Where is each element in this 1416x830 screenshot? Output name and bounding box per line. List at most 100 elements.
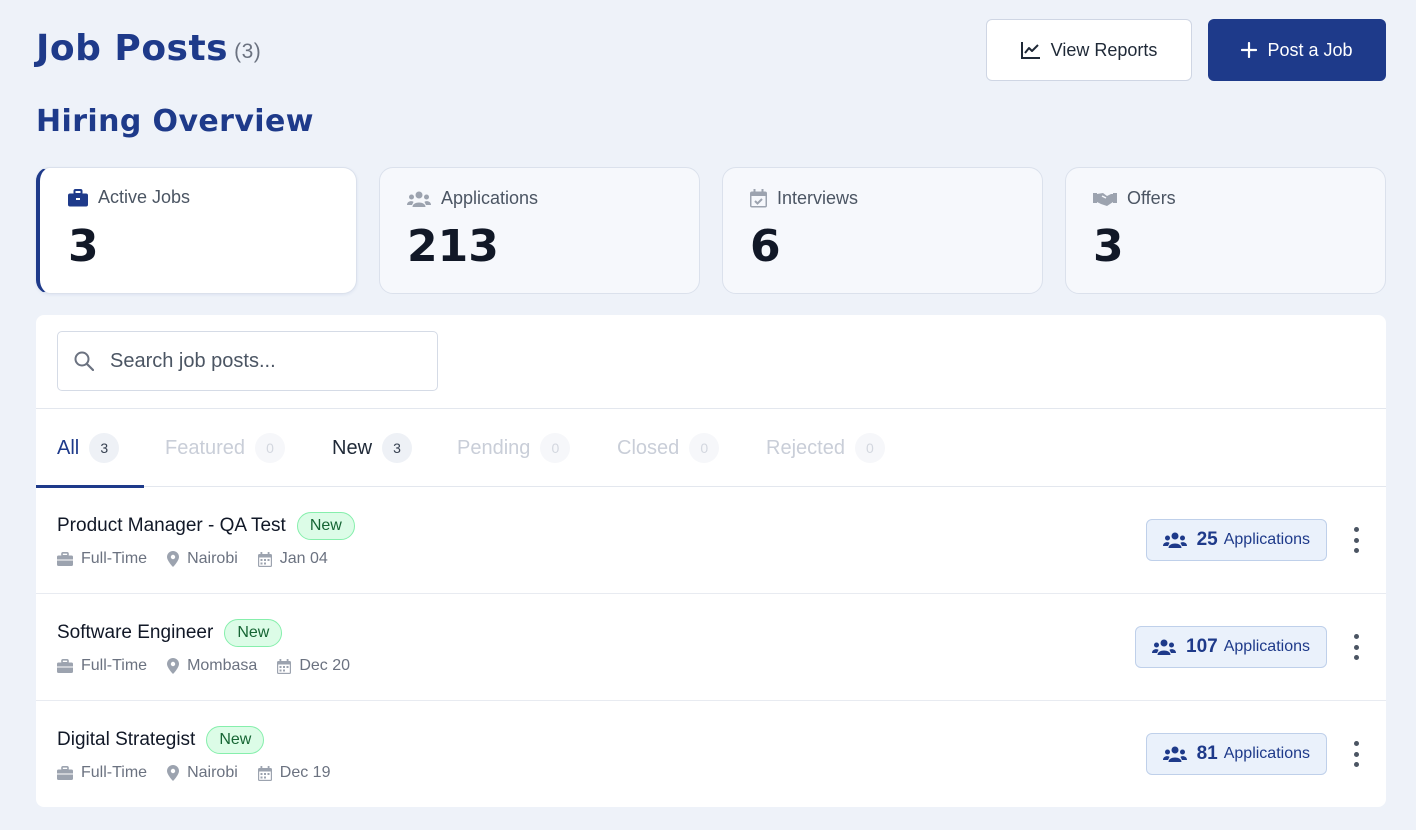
tab-label: New <box>332 436 373 459</box>
tab-count: 0 <box>540 433 571 463</box>
stat-card-active-jobs[interactable]: Active Jobs 3 <box>36 167 357 294</box>
tab-new[interactable]: New 3 <box>332 409 413 487</box>
users-icon <box>1162 746 1187 762</box>
stat-label: Active Jobs <box>98 187 191 207</box>
plus-icon <box>1241 42 1258 58</box>
tab-all[interactable]: All 3 <box>57 409 120 487</box>
calendar-icon <box>257 551 272 567</box>
job-location-text: Mombasa <box>187 657 258 674</box>
tab-count: 0 <box>255 433 286 463</box>
job-meta: Full-Time Nairobi Jan 04 <box>57 550 348 568</box>
tab-label: All <box>57 436 80 459</box>
view-reports-button[interactable]: View Reports <box>986 19 1192 81</box>
status-tabs: All 3 Featured 0 New 3 Pending 0 Closed 0 Rej… <box>36 409 1386 488</box>
stat-value: 3 <box>1093 221 1124 272</box>
job-row[interactable]: Product Manager - QA Test New Full-Time N… <box>36 487 1386 594</box>
location-pin-icon <box>167 551 180 567</box>
job-title[interactable]: Software Engineer <box>57 622 213 644</box>
status-badge: New <box>296 512 355 540</box>
job-date-text: Jan 04 <box>279 550 328 567</box>
tab-pending[interactable]: Pending 0 <box>457 409 571 487</box>
job-meta: Full-Time Mombasa Dec 20 <box>57 657 370 675</box>
stat-label: Interviews <box>777 188 859 208</box>
job-count: (3) <box>234 40 262 63</box>
tab-count: 0 <box>854 433 885 463</box>
job-posts-panel: All 3 Featured 0 New 3 Pending 0 Closed 0 Rej… <box>36 315 1386 807</box>
job-row[interactable]: Software Engineer New Full-Time Mombasa D… <box>36 594 1386 701</box>
page-title: Job Posts (3) <box>36 28 262 69</box>
handshake-icon <box>1093 192 1117 206</box>
view-reports-label: View Reports <box>1050 39 1158 60</box>
stat-value: 3 <box>68 221 99 272</box>
briefcase-icon <box>57 659 73 673</box>
job-title[interactable]: Digital Strategist <box>57 729 195 751</box>
tab-featured[interactable]: Featured 0 <box>165 409 286 487</box>
job-type-text: Full-Time <box>81 764 148 781</box>
job-date: Dec 19 <box>257 764 331 782</box>
more-options-icon[interactable] <box>1350 741 1362 767</box>
briefcase-icon <box>57 552 73 566</box>
tab-rejected[interactable]: Rejected 0 <box>766 409 885 487</box>
stat-value: 6 <box>750 221 781 272</box>
job-location: Nairobi <box>167 764 238 782</box>
job-title-row: Software Engineer New <box>57 619 283 647</box>
job-date-text: Dec 20 <box>299 657 351 674</box>
tab-closed[interactable]: Closed 0 <box>617 409 720 487</box>
stat-card-offers[interactable]: Offers 3 <box>1065 167 1386 294</box>
tab-count: 3 <box>89 433 120 463</box>
tab-label: Closed <box>617 436 680 459</box>
users-icon <box>1152 639 1177 655</box>
tab-count: 3 <box>382 433 413 463</box>
calendar-icon <box>257 765 272 781</box>
post-job-button[interactable]: Post a Job <box>1208 19 1386 81</box>
search-input[interactable] <box>110 349 410 373</box>
job-title-row: Product Manager - QA Test New <box>57 512 355 540</box>
job-location: Nairobi <box>167 550 238 568</box>
page-header: Job Posts (3) View Reports Post a Job <box>36 19 1386 84</box>
job-date-text: Dec 19 <box>279 764 331 781</box>
location-pin-icon <box>167 658 180 674</box>
job-date: Jan 04 <box>257 550 328 568</box>
job-row[interactable]: Digital Strategist New Full-Time Nairobi … <box>36 701 1386 808</box>
job-type-text: Full-Time <box>81 657 148 674</box>
hiring-overview-title: Hiring Overview <box>36 104 314 139</box>
users-icon <box>1162 532 1187 548</box>
stat-label-row: Active Jobs <box>68 187 190 208</box>
search-box[interactable] <box>57 331 438 391</box>
more-options-icon[interactable] <box>1350 527 1362 553</box>
applications-label: Applications <box>1223 745 1310 762</box>
tab-label: Pending <box>457 436 531 459</box>
stat-label: Offers <box>1127 188 1176 208</box>
applications-count: 81 <box>1196 743 1218 764</box>
job-type: Full-Time <box>57 550 147 568</box>
stat-card-interviews[interactable]: Interviews 6 <box>722 167 1043 294</box>
users-icon <box>407 191 431 207</box>
chart-line-icon <box>1020 42 1040 59</box>
job-location-text: Nairobi <box>187 550 238 567</box>
job-location: Mombasa <box>167 657 257 675</box>
stats-cards: Active Jobs 3 Applications 213 Interview… <box>36 167 1386 294</box>
tab-count: 0 <box>689 433 720 463</box>
job-meta: Full-Time Nairobi Dec 19 <box>57 764 350 782</box>
calendar-icon <box>277 658 292 674</box>
stat-label-row: Offers <box>1093 188 1176 209</box>
job-type: Full-Time <box>57 657 147 675</box>
applications-button[interactable]: 81 Applications <box>1145 733 1327 775</box>
stat-card-applications[interactable]: Applications 213 <box>379 167 700 294</box>
applications-count: 25 <box>1196 529 1218 550</box>
stat-label: Applications <box>441 188 539 208</box>
applications-button[interactable]: 25 Applications <box>1145 519 1327 561</box>
status-badge: New <box>206 726 265 754</box>
more-options-icon[interactable] <box>1350 634 1362 660</box>
location-pin-icon <box>167 765 180 781</box>
tab-label: Rejected <box>766 436 845 459</box>
applications-label: Applications <box>1223 531 1310 548</box>
job-type-text: Full-Time <box>81 550 148 567</box>
stat-label-row: Interviews <box>750 188 858 209</box>
applications-button[interactable]: 107 Applications <box>1135 626 1327 668</box>
job-title[interactable]: Product Manager - QA Test <box>57 515 286 537</box>
tab-label: Featured <box>165 436 246 459</box>
status-badge: New <box>224 619 283 647</box>
search-icon <box>74 351 94 371</box>
stat-value: 213 <box>407 221 499 272</box>
